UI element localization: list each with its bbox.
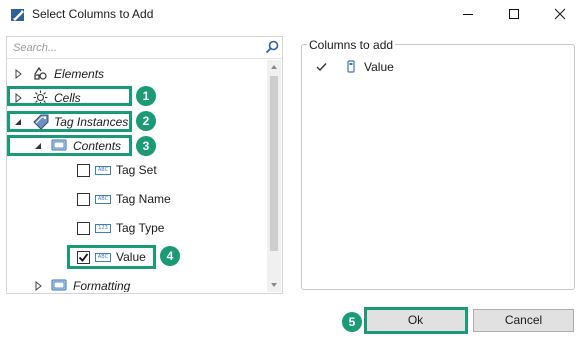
highlight-box-tag-instances (7, 111, 132, 132)
number-icon: 123 (95, 224, 111, 233)
formatting-icon (51, 279, 67, 291)
app-icon (10, 7, 26, 23)
column-icon (347, 60, 355, 73)
cancel-button[interactable]: Cancel (473, 309, 574, 332)
search-box (7, 37, 282, 59)
scroll-down-arrow[interactable] (267, 278, 281, 292)
columns-to-add-title: Columns to add (307, 38, 396, 52)
highlight-box-ok (364, 307, 468, 334)
scroll-thumb[interactable] (270, 76, 278, 251)
close-button[interactable] (537, 0, 583, 28)
search-input[interactable] (7, 37, 257, 58)
tag-set-checkbox[interactable] (77, 164, 90, 177)
tree-label-tag-set: Tag Set (116, 163, 157, 177)
expand-arrow-icon[interactable] (14, 69, 24, 79)
tree-item-tag-type[interactable]: 123 Tag Type (76, 218, 256, 238)
tree-label-formatting: Formatting (73, 279, 131, 292)
columns-to-add-group (301, 44, 575, 290)
callout-badge-5: 5 (342, 312, 362, 332)
selected-column-label: Value (364, 60, 394, 74)
tree-label-tag-name: Tag Name (116, 192, 171, 206)
abc-icon: ABC (95, 195, 111, 204)
tag-type-checkbox[interactable] (77, 222, 90, 235)
tree-item-formatting[interactable]: Formatting (32, 276, 252, 292)
tree-item-elements[interactable]: Elements (12, 64, 252, 84)
tree-label-tag-type: Tag Type (116, 221, 165, 235)
abc-icon: ABC (95, 166, 111, 175)
tree-item-tag-set[interactable]: ABC Tag Set (76, 160, 256, 180)
close-icon (554, 8, 566, 20)
maximize-icon (509, 9, 519, 19)
expand-arrow-icon[interactable] (34, 281, 44, 291)
callout-badge-2: 2 (136, 111, 156, 131)
title-bar: Select Columns to Add (0, 0, 583, 30)
elements-icon (34, 66, 47, 80)
selected-column-row[interactable]: Value (311, 58, 561, 76)
minimize-icon (463, 14, 473, 15)
highlight-box-cells (7, 86, 132, 106)
window-title: Select Columns to Add (32, 7, 154, 21)
tree-item-tag-name[interactable]: ABC Tag Name (76, 189, 256, 209)
tree-label-elements: Elements (54, 67, 105, 81)
tag-name-checkbox[interactable] (77, 193, 90, 206)
callout-badge-4: 4 (160, 246, 180, 266)
highlight-box-contents (7, 135, 132, 156)
callout-badge-1: 1 (136, 86, 156, 106)
minimize-button[interactable] (445, 0, 491, 28)
checkmark-icon (316, 63, 327, 72)
scroll-up-arrow[interactable] (267, 60, 281, 74)
highlight-box-value (67, 245, 156, 269)
tree-scrollbar[interactable] (267, 60, 281, 292)
maximize-button[interactable] (491, 0, 537, 28)
callout-badge-3: 3 (136, 136, 156, 156)
search-icon[interactable] (265, 40, 279, 54)
